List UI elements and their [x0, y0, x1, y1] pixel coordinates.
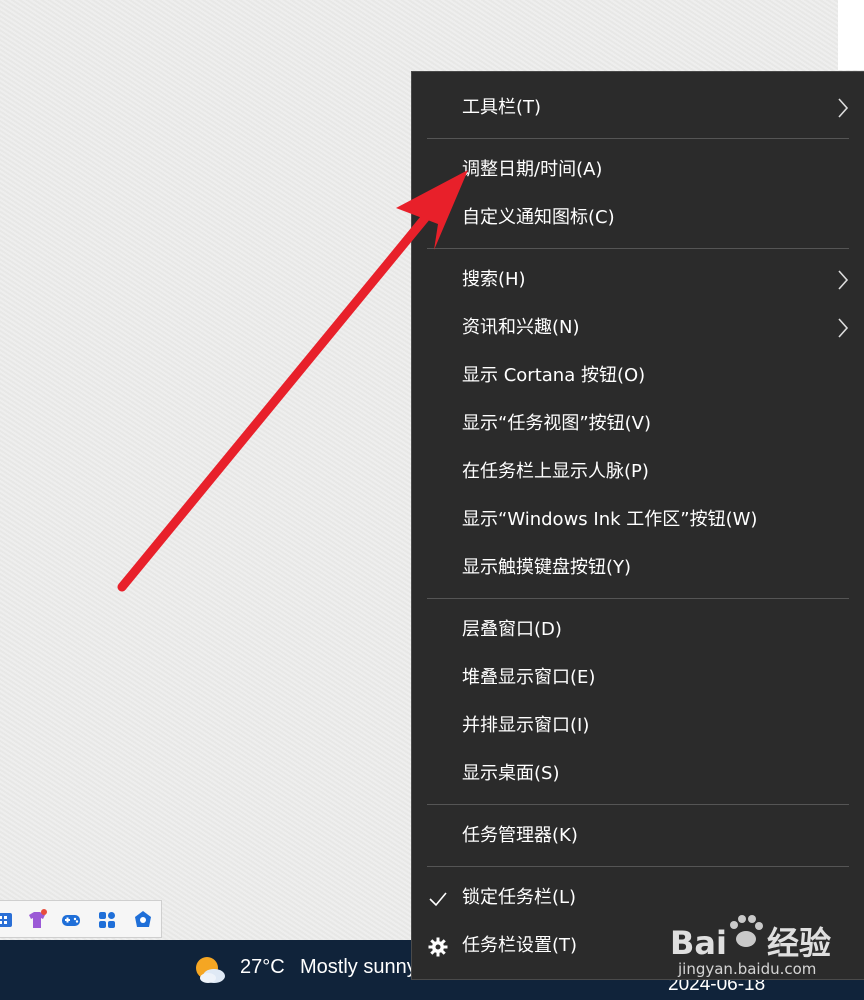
watermark-url: jingyan.baidu.com: [678, 960, 817, 978]
menu-item-label: 搜索(H): [462, 269, 526, 290]
checkmark-icon: [429, 892, 447, 907]
weather-condition[interactable]: Mostly sunny: [300, 956, 417, 979]
menu-item-show-cortana-button[interactable]: 显示 Cortana 按钮(O): [412, 352, 864, 400]
menu-separator: [427, 138, 849, 139]
menu-item-show-windows-ink-button[interactable]: 显示“Windows Ink 工作区”按钮(W): [412, 496, 864, 544]
menu-item-label: 在任务栏上显示人脉(P): [462, 461, 649, 482]
menu-item-label: 锁定任务栏(L): [462, 887, 577, 908]
menu-item-label: 显示桌面(S): [462, 763, 560, 784]
menu-item-label: 显示 Cortana 按钮(O): [462, 365, 646, 386]
menu-item-label: 堆叠显示窗口(E): [462, 667, 596, 688]
menu-item-show-desktop[interactable]: 显示桌面(S): [412, 750, 864, 798]
weather-temperature[interactable]: 27°C: [240, 956, 285, 979]
menu-item-side-by-side-windows[interactable]: 并排显示窗口(I): [412, 702, 864, 750]
menu-item-search[interactable]: 搜索(H): [412, 256, 864, 304]
menu-item-show-touch-keyboard-button[interactable]: 显示触摸键盘按钮(Y): [412, 544, 864, 592]
menu-separator: [427, 598, 849, 599]
taskbar-context-menu: 工具栏(T) 调整日期/时间(A) 自定义通知图标(C) 搜索(H) 资讯和兴趣…: [411, 71, 864, 980]
menu-item-task-manager[interactable]: 任务管理器(K): [412, 812, 864, 860]
chevron-right-icon: [838, 270, 849, 290]
menu-item-label: 调整日期/时间(A): [462, 159, 603, 180]
menu-item-adjust-date-time[interactable]: 调整日期/时间(A): [412, 146, 864, 194]
menu-item-label: 任务管理器(K): [462, 825, 578, 846]
menu-item-label: 层叠窗口(D): [462, 619, 562, 640]
menu-item-label: 资讯和兴趣(N): [462, 317, 580, 338]
menu-item-show-task-view-button[interactable]: 显示“任务视图”按钮(V): [412, 400, 864, 448]
menu-separator: [427, 248, 849, 249]
keyboard-icon[interactable]: [0, 909, 16, 931]
menu-item-show-people[interactable]: 在任务栏上显示人脉(P): [412, 448, 864, 496]
chevron-right-icon: [838, 98, 849, 118]
window-edge: [838, 0, 864, 70]
menu-item-label: 自定义通知图标(C): [462, 207, 615, 228]
gear-icon: [428, 937, 448, 957]
menu-item-label: 任务栏设置(T): [462, 935, 578, 956]
menu-separator: [427, 866, 849, 867]
menu-item-label: 显示“任务视图”按钮(V): [462, 413, 652, 434]
pen-app-icon[interactable]: [132, 909, 154, 931]
tshirt-icon[interactable]: [26, 909, 48, 931]
menu-item-label: 显示“Windows Ink 工作区”按钮(W): [462, 509, 758, 530]
menu-item-label: 并排显示窗口(I): [462, 715, 590, 736]
weather-sun-cloud-icon[interactable]: [192, 954, 228, 986]
menu-item-stack-windows[interactable]: 堆叠显示窗口(E): [412, 654, 864, 702]
tray-overflow-strip: [0, 900, 162, 938]
menu-item-customize-notification-icons[interactable]: 自定义通知图标(C): [412, 194, 864, 242]
menu-separator: [427, 804, 849, 805]
menu-item-label: 工具栏(T): [462, 97, 542, 118]
menu-item-cascade-windows[interactable]: 层叠窗口(D): [412, 606, 864, 654]
watermark-brand: Bai 经验: [670, 924, 831, 962]
chevron-right-icon: [838, 318, 849, 338]
apps-grid-icon[interactable]: [96, 909, 118, 931]
menu-item-toolbars[interactable]: 工具栏(T): [412, 84, 864, 132]
menu-item-news-and-interests[interactable]: 资讯和兴趣(N): [412, 304, 864, 352]
menu-item-label: 显示触摸键盘按钮(Y): [462, 557, 632, 578]
gamepad-icon[interactable]: [60, 909, 82, 931]
